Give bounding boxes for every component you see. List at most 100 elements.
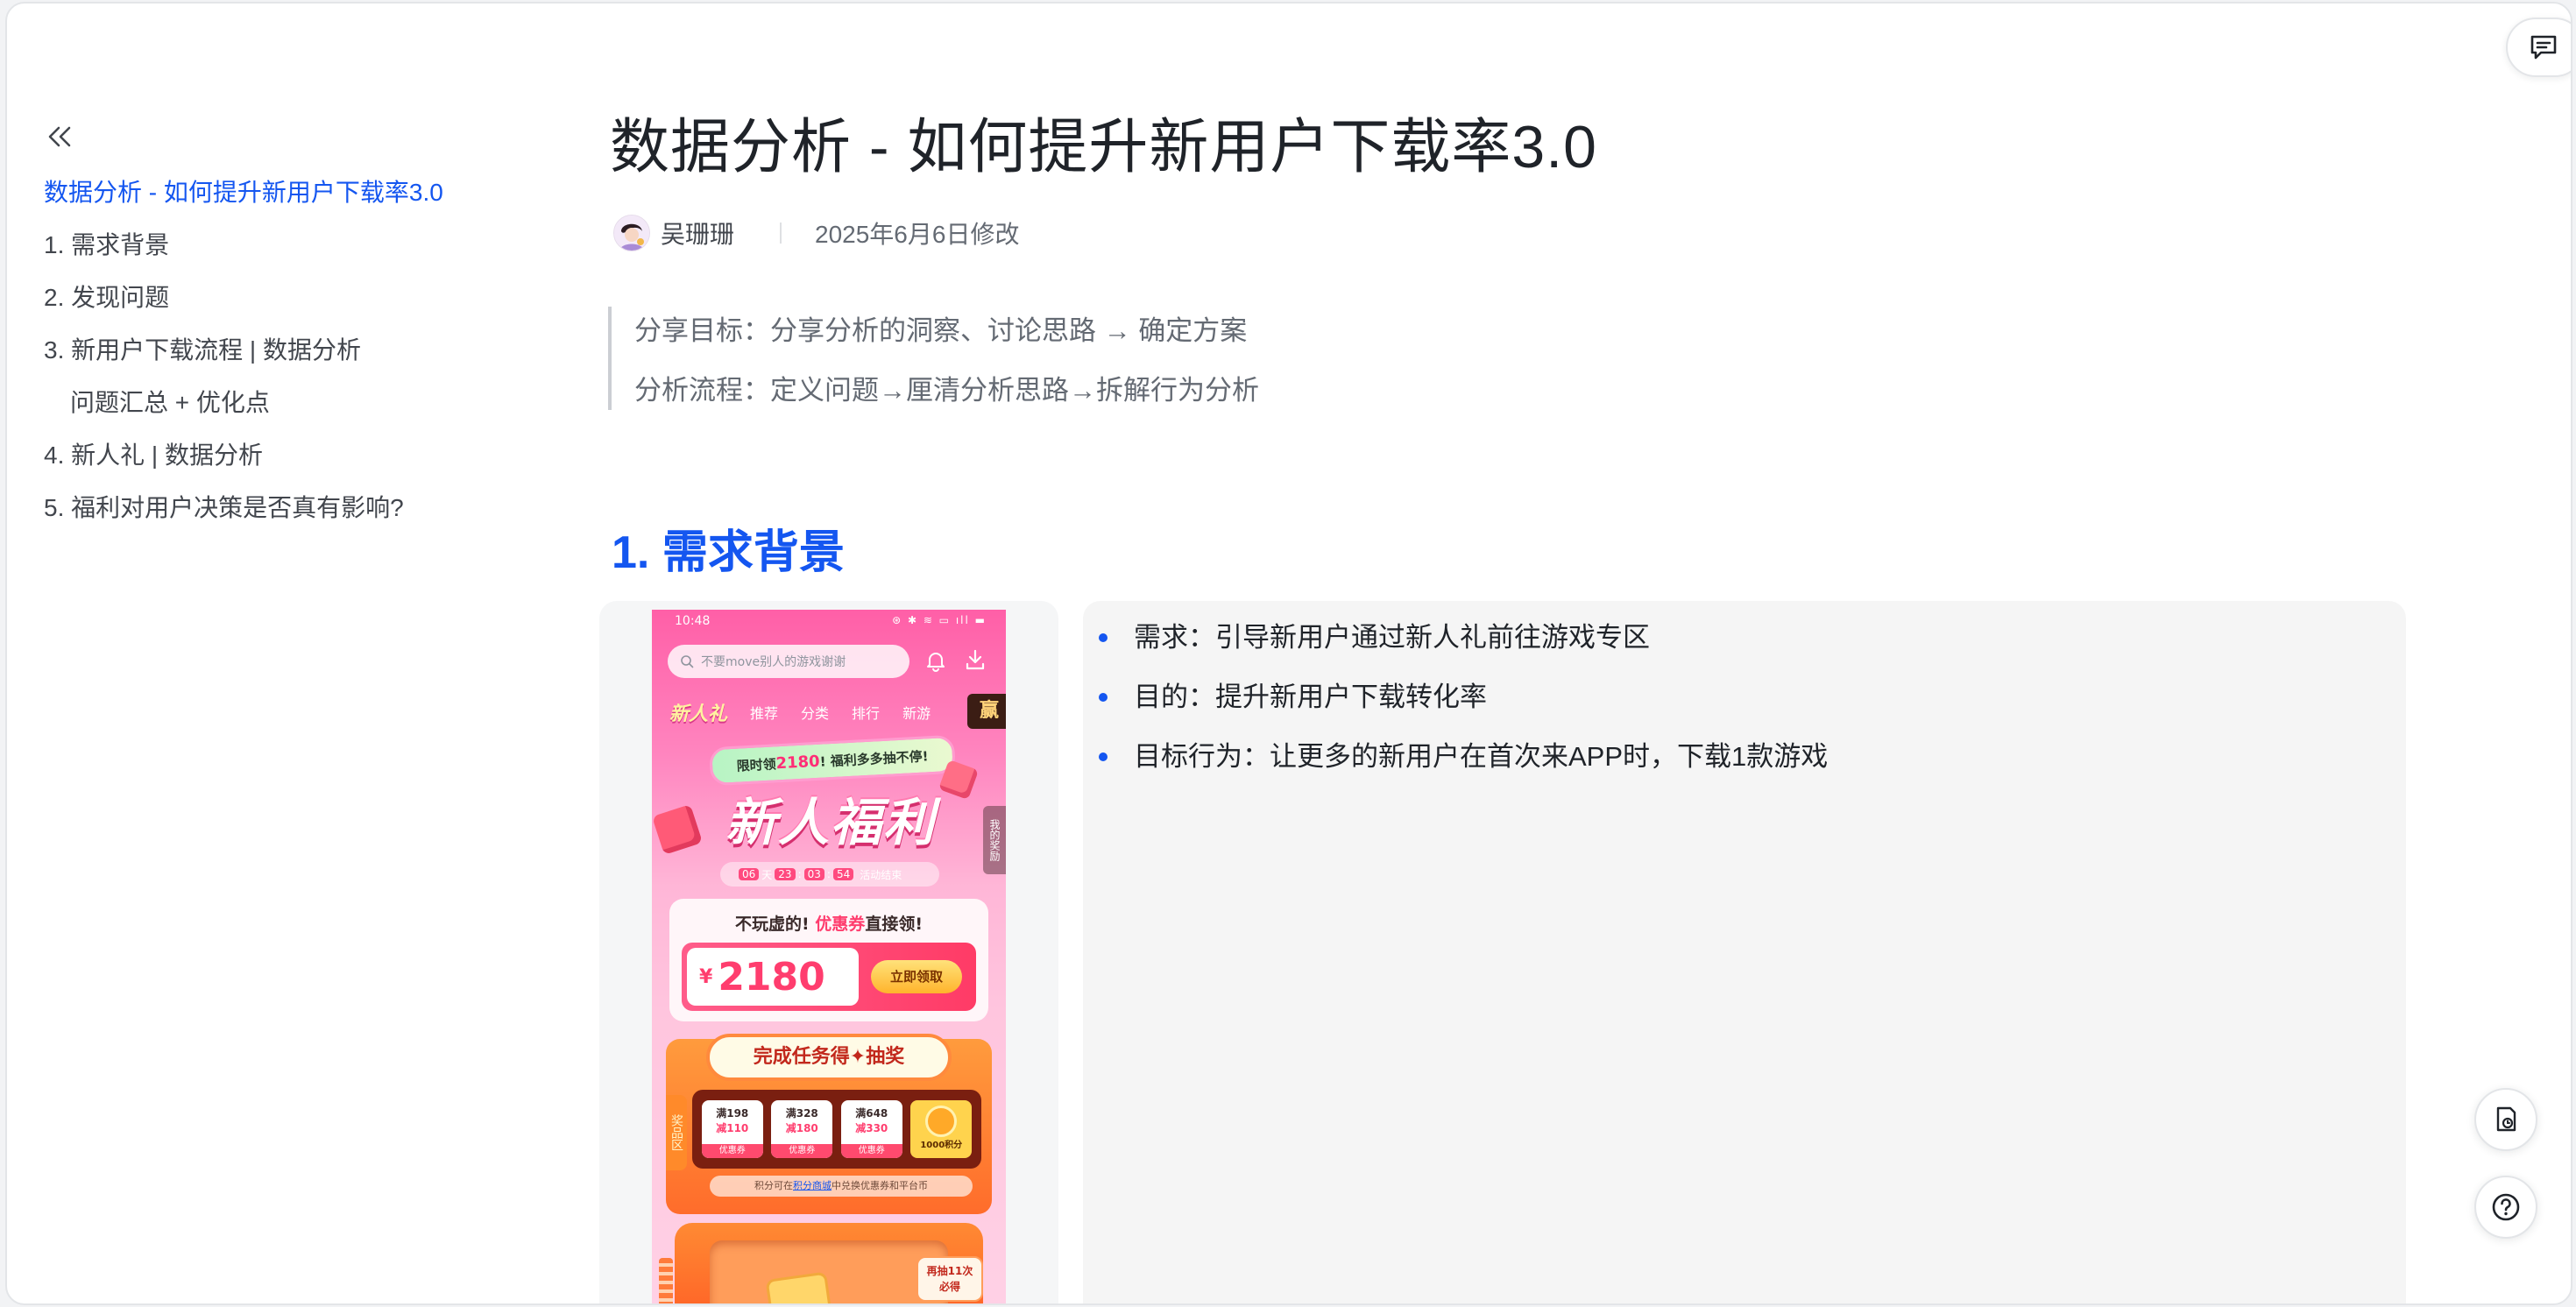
phone-task-panel: 完成任务得✦抽奖 奖品区 满198 减110 优惠券 满328 减180 优惠券… (666, 1034, 992, 1214)
phone-win-badge: 赢 (967, 694, 1006, 729)
help-button[interactable] (2474, 1176, 2537, 1239)
toc-item-background[interactable]: 1. 需求背景 (44, 223, 534, 275)
document-history-button[interactable] (2474, 1088, 2537, 1151)
section-heading-background: 1. 需求背景 (612, 527, 845, 578)
page-title: 数据分析 - 如何提升新用户下载率3.0 (610, 114, 1597, 180)
search-icon (681, 655, 694, 668)
phone-big-title: 新人福利 (725, 793, 936, 852)
phone-coupon-card: 不玩虚的! 优惠券直接领! ¥ 2180 立即领取 (669, 899, 988, 1021)
list-item-text: 目标行为：让更多的新用户在首次来APP时，下载1款游戏 (1134, 741, 1829, 772)
toc-item-newbie-gift[interactable]: 4. 新人礼 | 数据分析 (44, 433, 534, 485)
bullet-card: 需求：引导新用户通过新人礼前往游戏专区 目的：提升新用户下载转化率 目标行为：让… (1083, 601, 2406, 1303)
points-mall-link: 积分商城 (793, 1180, 832, 1191)
comment-button[interactable] (2506, 18, 2571, 77)
coupon-heading-prefix: 不玩虚的! (735, 915, 816, 934)
list-item-text: 需求：引导新用户通过新人礼前往游戏专区 (1134, 622, 1650, 653)
prize-coupon: 满198 减110 优惠券 (701, 1100, 763, 1158)
coin-icon (925, 1106, 958, 1137)
phone-tab-ranking: 排行 (852, 705, 881, 722)
list-item[interactable]: 目的：提升新用户下载转化率 (1083, 675, 1828, 734)
phone-countdown: 06 天 23: 03: 54 活动结束 (720, 862, 939, 887)
image-card[interactable]: 10:48 ⊛ ✱ ≋ ▭ ıll ▬ 不要move别人的游戏谢谢 新人礼 推荐… (599, 601, 1058, 1303)
avatar[interactable] (613, 215, 650, 251)
prize-type: 优惠券 (840, 1144, 902, 1158)
promo-pill-prefix: 限时领 (736, 755, 777, 774)
countdown-seconds: 54 (832, 868, 854, 880)
draw-tag-line2: 必得 (938, 1281, 960, 1293)
countdown-day-unit: 天 (761, 868, 773, 881)
meta-divider (780, 223, 782, 244)
coupon-heading: 不玩虚的! 优惠券直接领! (669, 911, 988, 935)
countdown-hours: 23 (775, 868, 796, 880)
prize-discount: 减180 (785, 1122, 818, 1134)
prize-discount: 减330 (855, 1122, 888, 1134)
toc-collapse-icon[interactable] (42, 119, 77, 154)
comment-icon (2530, 35, 2557, 60)
coupon-heading-highlight: 优惠券 (815, 915, 866, 934)
bullet-dot (1099, 693, 1108, 702)
prize-type: 优惠券 (701, 1144, 763, 1158)
phone-tab-category: 分类 (801, 705, 830, 722)
coupon-amount-box: ¥ 2180 (687, 948, 859, 1006)
list-item-text: 目的：提升新用户下载转化率 (1134, 682, 1487, 712)
requirement-list: 需求：引导新用户通过新人礼前往游戏专区 目的：提升新用户下载转化率 目标行为：让… (1083, 615, 1828, 794)
prize-threshold: 满198 (716, 1107, 749, 1120)
table-of-contents: 数据分析 - 如何提升新用户下载率3.0 1. 需求背景 2. 发现问题 3. … (44, 170, 534, 538)
lottery-machine: 再抽11次 必得 (675, 1223, 983, 1303)
toc-item-benefit-impact[interactable]: 5. 福利对用户决策是否真有影响? (44, 485, 534, 538)
prize-coupon: 满328 减180 优惠券 (771, 1100, 833, 1158)
prize-points-label: 1000积分 (920, 1141, 963, 1150)
doc-meta: 吴珊珊 2025年6月6日修改 (613, 212, 1019, 254)
prize-threshold: 满648 (855, 1107, 888, 1120)
phone-promo-pill: 限时领 2180 ! 福利多多抽不停! (709, 734, 956, 787)
coupon-amount: 2180 (718, 954, 825, 1000)
phone-tab-recommend: 推荐 (750, 705, 779, 722)
points-note: 积分可在积分商城中兑换优惠券和平台币 (710, 1176, 973, 1197)
toc-item-find-problems[interactable]: 2. 发现问题 (44, 275, 534, 328)
phone-search-bar: 不要move别人的游戏谢谢 (668, 645, 909, 678)
coupon-claim-button: 立即领取 (871, 960, 962, 993)
app-screenshot-image: 10:48 ⊛ ✱ ≋ ▭ ıll ▬ 不要move别人的游戏谢谢 新人礼 推荐… (652, 610, 1006, 1303)
download-icon (966, 649, 985, 670)
toc-item-title[interactable]: 数据分析 - 如何提升新用户下载率3.0 (44, 170, 534, 223)
coupon-ticket: ¥ 2180 立即领取 (682, 943, 976, 1011)
task-title: 完成任务得✦抽奖 (706, 1034, 952, 1081)
prize-threshold: 满328 (785, 1107, 818, 1120)
list-item[interactable]: 需求：引导新用户通过新人礼前往游戏专区 (1083, 615, 1828, 675)
phone-tab-new: 新游 (902, 705, 931, 722)
quote-line-process: 分析流程：定义问题→厘清分析思路→拆解行为分析 (634, 375, 1259, 406)
points-note-suffix: 中兑换优惠券和平台币 (832, 1180, 928, 1191)
decor-spring (659, 1258, 673, 1303)
decor-cube (652, 804, 703, 855)
points-note-prefix: 积分可在 (754, 1180, 793, 1191)
prize-discount: 减110 (716, 1122, 749, 1134)
phone-status-icons: ⊛ ✱ ≋ ▭ ıll ▬ (892, 614, 987, 626)
quote-block: 分享目标：分享分析的洞察、讨论思路 → 确定方案 分析流程：定义问题→厘清分析思… (608, 307, 1423, 410)
promo-pill-suffix: ! 福利多多抽不停! (819, 747, 929, 770)
countdown-end-label: 活动结束 (860, 868, 902, 881)
modified-date: 2025年6月6日修改 (815, 221, 1020, 248)
toc-item-download-flow[interactable]: 3. 新用户下载流程 | 数据分析 (44, 328, 534, 380)
countdown-minutes: 03 (803, 868, 824, 880)
coupon-heading-suffix: 直接领! (865, 915, 923, 934)
prize-row: 满198 减110 优惠券 满328 减180 优惠券 满648 减330 优惠… (692, 1090, 981, 1169)
phone-tabs: 新人礼 推荐 分类 排行 新游 (669, 699, 953, 725)
quote-line-goal: 分享目标：分享分析的洞察、讨论思路 → 确定方案 (634, 315, 1248, 346)
phone-my-rewards: 我的奖励 (983, 806, 1006, 874)
phone-search-placeholder: 不要move别人的游戏谢谢 (701, 655, 846, 669)
list-item[interactable]: 目标行为：让更多的新用户在首次来APP时，下载1款游戏 (1083, 734, 1828, 794)
countdown-days: 06 (739, 868, 760, 880)
prize-type: 优惠券 (771, 1144, 833, 1158)
bullet-dot (1099, 752, 1108, 761)
bell-icon (927, 653, 945, 672)
prize-zone-label: 奖品区 (666, 1095, 687, 1170)
draw-tag-line1: 再抽11次 (926, 1265, 973, 1277)
author-name[interactable]: 吴珊珊 (661, 215, 734, 251)
phone-time: 10:48 (675, 614, 711, 628)
coupon-currency: ¥ (699, 965, 713, 988)
toc-item-summary[interactable]: 问题汇总 + 优化点 (44, 380, 534, 433)
phone-status-bar: 10:48 ⊛ ✱ ≋ ▭ ıll ▬ (652, 610, 1006, 634)
prize-points: 1000积分 (910, 1100, 973, 1158)
phone-brand: 新人礼 (669, 703, 728, 725)
draw-tag: 再抽11次 必得 (916, 1256, 983, 1302)
